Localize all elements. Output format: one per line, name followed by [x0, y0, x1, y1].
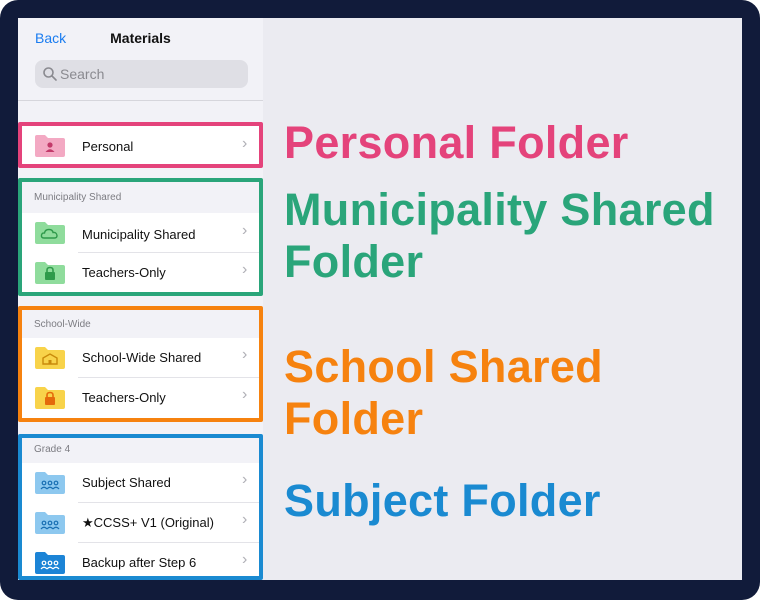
search-icon: [43, 67, 57, 81]
search-input[interactable]: Search: [35, 60, 248, 88]
subject-highlight-box: [18, 434, 263, 580]
school-highlight-box: [18, 306, 263, 422]
personal-callout: Personal Folder: [284, 117, 629, 168]
municipality-highlight-box: [18, 178, 263, 296]
municipality-callout-line1: Municipality Shared: [284, 184, 715, 235]
nav-bar: Back Materials: [18, 18, 263, 64]
school-callout: School Shared Folder: [284, 341, 603, 444]
search-placeholder: Search: [60, 66, 105, 82]
screen: Back Materials Search Personal › Municip…: [18, 18, 742, 580]
municipality-callout-line2: Folder: [284, 236, 424, 287]
device-frame: Back Materials Search Personal › Municip…: [0, 0, 760, 600]
divider: [18, 100, 263, 101]
page-title: Materials: [110, 30, 171, 46]
subject-callout: Subject Folder: [284, 475, 601, 526]
personal-highlight-box: [18, 122, 263, 168]
